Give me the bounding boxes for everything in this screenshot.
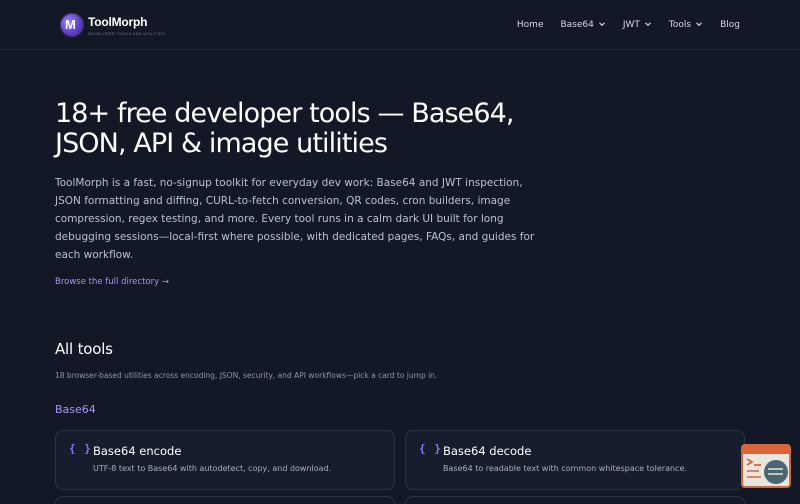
browse-directory-link[interactable]: Browse the full directory →: [55, 277, 169, 287]
nav-blog[interactable]: Blog: [720, 20, 740, 30]
nav-tools[interactable]: Tools: [669, 20, 703, 30]
terminal-chat-icon: [743, 446, 789, 484]
tool-card-next-row[interactable]: [405, 496, 745, 504]
nav-base64[interactable]: Base64: [560, 20, 605, 30]
hero-description: ToolMorph is a fast, no-signup toolkit f…: [55, 177, 535, 261]
tool-card-description: UTF-8 text to Base64 with autodetect, co…: [93, 464, 332, 473]
chevron-down-icon: [695, 20, 703, 28]
all-tools-subtitle: 18 browser-based utilities across encodi…: [55, 371, 438, 380]
tool-card-title: Base64 encode: [93, 444, 182, 458]
category-heading-base64: Base64: [55, 403, 96, 416]
nav-base64-label: Base64: [560, 20, 594, 30]
brand-tagline: DEVELOPER TOOLS AND UTILITIES: [88, 30, 165, 36]
tool-card-title: Base64 decode: [443, 444, 532, 458]
all-tools-heading: All tools: [55, 340, 113, 358]
tool-card-next-row[interactable]: [55, 496, 395, 504]
nav-jwt-label: JWT: [622, 20, 640, 30]
nav-blog-label: Blog: [720, 20, 740, 30]
curly-braces-icon: { }: [419, 442, 442, 455]
hero-title: 18+ free developer tools — Base64, JSON,…: [55, 98, 515, 159]
toolmorph-logo-icon: [60, 13, 84, 37]
nav-home-label: Home: [516, 20, 544, 30]
nav-tools-label: Tools: [668, 20, 692, 30]
brand-name: ToolMorph: [88, 14, 148, 29]
tool-card-base64-decode[interactable]: { } Base64 decode Base64 to readable tex…: [405, 430, 745, 490]
curly-braces-icon: { }: [69, 442, 92, 455]
nav-jwt[interactable]: JWT: [623, 20, 652, 30]
site-header: ToolMorph DEVELOPER TOOLS AND UTILITIES …: [0, 0, 800, 50]
chevron-down-icon: [644, 20, 652, 28]
logo-link[interactable]: ToolMorph DEVELOPER TOOLS AND UTILITIES: [60, 10, 165, 40]
main-nav: Home Base64 JWT Tools Blog: [500, 0, 740, 50]
terminal-chat-widget-button[interactable]: [741, 444, 791, 488]
tool-card-description: Base64 to readable text with common whit…: [443, 464, 687, 473]
chevron-down-icon: [598, 20, 606, 28]
nav-home[interactable]: Home: [517, 20, 544, 30]
tool-card-base64-encode[interactable]: { } Base64 encode UTF-8 text to Base64 w…: [55, 430, 395, 490]
